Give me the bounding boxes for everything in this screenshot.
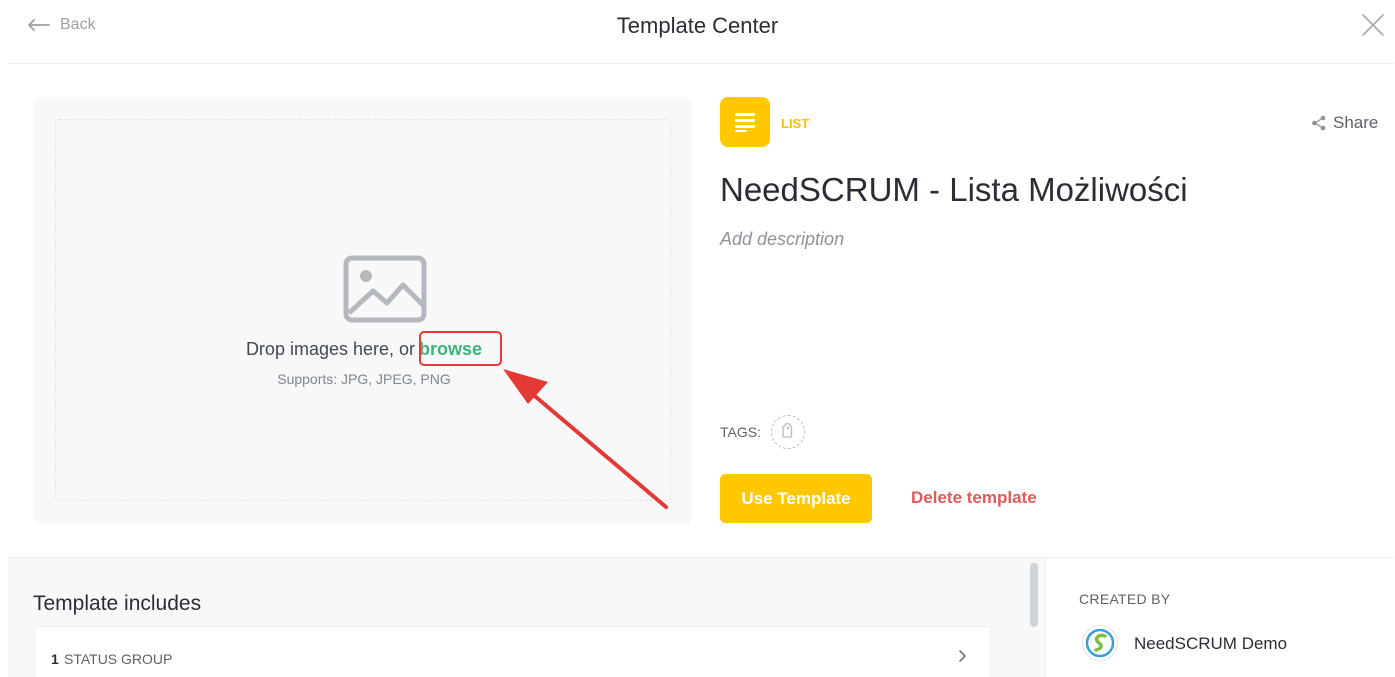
description-input[interactable]: Add description xyxy=(720,229,844,250)
share-icon xyxy=(1312,115,1326,131)
creator-avatar xyxy=(1082,625,1118,661)
list-icon xyxy=(735,113,755,132)
header-divider xyxy=(8,63,1394,64)
page-title: Template Center xyxy=(616,13,779,38)
tag-icon xyxy=(782,423,793,438)
template-type-label: LIST xyxy=(781,116,810,131)
side-divider xyxy=(1045,558,1046,677)
close-button[interactable] xyxy=(1360,12,1386,38)
header: Back Template Center xyxy=(0,0,1395,52)
drop-instructions: Drop images here, or browse xyxy=(56,339,672,360)
share-button[interactable]: Share xyxy=(1311,113,1378,133)
close-icon xyxy=(1362,14,1384,36)
created-by-label: CREATED BY xyxy=(1079,591,1171,607)
status-group-row[interactable]: 1 STATUS GROUP xyxy=(34,626,991,677)
status-group-count: 1 xyxy=(51,651,59,667)
tags-label: TAGS: xyxy=(720,424,761,440)
creator-logo xyxy=(1085,628,1115,658)
list-type-badge xyxy=(720,97,770,147)
template-includes-title: Template includes xyxy=(33,592,202,615)
image-icon xyxy=(343,255,427,323)
use-template-button[interactable]: Use Template xyxy=(720,474,872,523)
share-label: Share xyxy=(1333,113,1379,132)
creator-name: NeedSCRUM Demo xyxy=(1134,634,1288,653)
status-group-label: STATUS GROUP xyxy=(64,651,173,667)
template-name[interactable]: NeedSCRUM - Lista Możliwości xyxy=(720,171,1188,209)
add-tag-button[interactable] xyxy=(771,415,805,449)
delete-template-button[interactable]: Delete template xyxy=(911,488,1037,508)
annotation-arrow xyxy=(503,369,668,509)
drop-prompt: Drop images here, or xyxy=(245,339,416,359)
includes-scrollbar[interactable] xyxy=(1030,563,1038,627)
chevron-right-icon xyxy=(959,650,966,662)
